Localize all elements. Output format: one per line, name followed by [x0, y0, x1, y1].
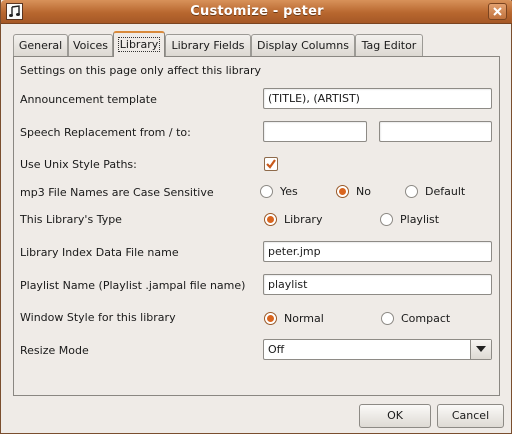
speech-replacement-label: Speech Replacement from / to:	[20, 126, 191, 139]
case-no-label: No	[356, 185, 371, 198]
tab-tag-editor[interactable]: Tag Editor	[355, 34, 423, 56]
title-bar[interactable]: Customize - peter	[1, 0, 512, 24]
type-playlist-label: Playlist	[400, 213, 440, 226]
triangle-down-icon	[476, 346, 486, 352]
tab-general[interactable]: General	[13, 34, 68, 56]
tab-voices[interactable]: Voices	[68, 34, 113, 56]
resize-mode-select[interactable]: Off	[263, 339, 492, 360]
resize-mode-dropdown-button[interactable]	[470, 340, 491, 359]
checkmark-icon	[266, 159, 276, 169]
customize-dialog: Customize - peter General Voices Library…	[0, 0, 512, 434]
tab-library-fields[interactable]: Library Fields	[165, 34, 251, 56]
unix-paths-label: Use Unix Style Paths:	[20, 158, 137, 171]
resize-mode-value: Off	[268, 343, 285, 356]
tab-display-columns[interactable]: Display Columns	[251, 34, 355, 56]
unix-paths-checkbox[interactable]	[264, 157, 278, 171]
info-text: Settings on this page only affect this l…	[20, 64, 262, 77]
window-title: Customize - peter	[190, 4, 324, 19]
cancel-button[interactable]: Cancel	[437, 404, 504, 428]
speech-from-input[interactable]	[263, 121, 367, 142]
playlist-name-label: Playlist Name (Playlist .jampal file nam…	[20, 279, 246, 292]
resize-mode-label: Resize Mode	[20, 344, 89, 357]
index-file-input[interactable]: peter.jmp	[263, 241, 492, 262]
announcement-input[interactable]: (TITLE), (ARTIST)	[263, 88, 492, 109]
case-no-radio[interactable]	[336, 185, 349, 198]
tab-library[interactable]: Library	[113, 31, 165, 57]
style-compact-label: Compact	[401, 312, 451, 325]
close-icon	[493, 7, 502, 16]
window-style-label: Window Style for this library	[20, 311, 176, 324]
announcement-label: Announcement template	[20, 93, 157, 106]
playlist-name-input[interactable]: playlist	[263, 274, 492, 295]
type-playlist-radio[interactable]	[380, 213, 393, 226]
ok-button[interactable]: OK	[359, 404, 431, 428]
index-file-label: Library Index Data File name	[20, 246, 179, 259]
case-default-radio[interactable]	[405, 185, 418, 198]
style-normal-label: Normal	[284, 312, 324, 325]
type-library-radio[interactable]	[264, 213, 277, 226]
case-default-label: Default	[425, 185, 466, 198]
style-normal-radio[interactable]	[264, 312, 277, 325]
close-button[interactable]	[488, 3, 507, 20]
case-sensitive-label: mp3 File Names are Case Sensitive	[20, 186, 214, 199]
speech-to-input[interactable]	[379, 121, 492, 142]
type-library-label: Library	[284, 213, 323, 226]
library-type-label: This Library's Type	[20, 213, 122, 226]
tab-library-label: Library	[117, 37, 161, 52]
style-compact-radio[interactable]	[381, 312, 394, 325]
case-yes-radio[interactable]	[260, 185, 273, 198]
case-yes-label: Yes	[280, 185, 298, 198]
